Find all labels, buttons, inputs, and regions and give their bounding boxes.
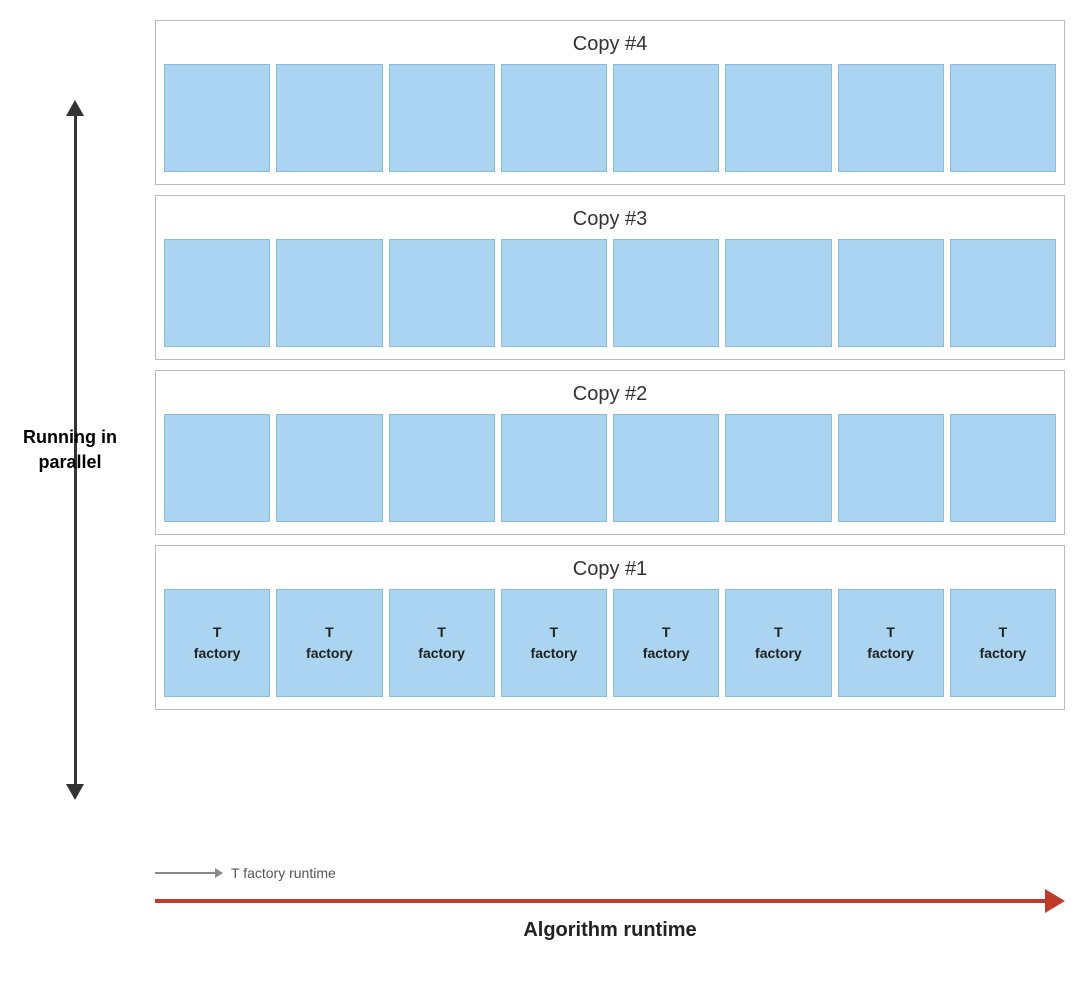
factory-cell [164, 64, 270, 172]
copy3-title: Copy #3 [164, 204, 1056, 231]
factory-cell [501, 64, 607, 172]
copy1-title: Copy #1 [164, 554, 1056, 581]
cell-bottom-label: factory [867, 643, 914, 664]
factory-cell [164, 414, 270, 522]
diagram-container: Running in parallel Copy #4 [0, 10, 1079, 1004]
factory-cell-labeled: T factory [950, 589, 1056, 697]
factory-cell [725, 414, 831, 522]
copy4-title: Copy #4 [164, 29, 1056, 56]
cell-top-label: T [325, 622, 334, 643]
copy1-cells: T factory T factory T factory T factory [164, 589, 1056, 697]
cell-bottom-label: factory [643, 643, 690, 664]
parallel-label: Running in parallel [10, 425, 130, 475]
cell-top-label: T [999, 622, 1008, 643]
main-content: Copy #4 Copy #3 [155, 20, 1065, 710]
copy2-title: Copy #2 [164, 379, 1056, 406]
factory-cell-labeled: T factory [164, 589, 270, 697]
algorithm-runtime-row [155, 889, 1065, 913]
factory-cell-labeled: T factory [276, 589, 382, 697]
cell-top-label: T [437, 622, 446, 643]
big-red-arrow [155, 889, 1065, 913]
cell-bottom-label: factory [194, 643, 241, 664]
factory-cell [838, 64, 944, 172]
factory-cell [501, 239, 607, 347]
factory-cell [725, 239, 831, 347]
cell-bottom-label: factory [980, 643, 1027, 664]
cell-top-label: T [550, 622, 559, 643]
factory-cell [276, 414, 382, 522]
factory-cell [838, 239, 944, 347]
factory-cell [725, 64, 831, 172]
cell-top-label: T [774, 622, 783, 643]
small-arrow-line [155, 872, 215, 874]
arrow-down-head [66, 784, 84, 800]
cell-bottom-label: factory [531, 643, 578, 664]
copy2-cells [164, 414, 1056, 522]
copy4-cells [164, 64, 1056, 172]
factory-cell [276, 239, 382, 347]
factory-cell [838, 414, 944, 522]
factory-cell [501, 414, 607, 522]
factory-cell [613, 414, 719, 522]
copy-row-3: Copy #3 [155, 195, 1065, 360]
factory-cell [389, 239, 495, 347]
cell-bottom-label: factory [306, 643, 353, 664]
small-arrow [155, 868, 223, 878]
algorithm-runtime-label: Algorithm runtime [155, 919, 1065, 942]
factory-cell-labeled: T factory [389, 589, 495, 697]
cell-top-label: T [886, 622, 895, 643]
cell-top-label: T [662, 622, 671, 643]
copies-area: Copy #4 Copy #3 [155, 20, 1065, 710]
factory-cell [389, 64, 495, 172]
factory-cell [950, 64, 1056, 172]
big-red-line [155, 899, 1045, 903]
factory-cell-labeled: T factory [501, 589, 607, 697]
cell-top-label: T [213, 622, 222, 643]
factory-cell [613, 239, 719, 347]
copy3-cells [164, 239, 1056, 347]
parallel-axis: Running in parallel [0, 30, 150, 870]
factory-cell-labeled: T factory [613, 589, 719, 697]
factory-cell [164, 239, 270, 347]
bottom-section: T factory runtime Algorithm runtime [155, 865, 1065, 942]
small-arrow-head [215, 868, 223, 878]
factory-cell [276, 64, 382, 172]
copy-row-2: Copy #2 [155, 370, 1065, 535]
t-factory-runtime-row: T factory runtime [155, 865, 1065, 881]
cell-bottom-label: factory [755, 643, 802, 664]
cell-bottom-label: factory [418, 643, 465, 664]
factory-cell-labeled: T factory [725, 589, 831, 697]
factory-cell-labeled: T factory [838, 589, 944, 697]
factory-cell [950, 414, 1056, 522]
copy-row-1: Copy #1 T factory T factory T factory [155, 545, 1065, 710]
big-red-arrowhead [1045, 889, 1065, 913]
factory-cell [613, 64, 719, 172]
factory-cell [950, 239, 1056, 347]
t-factory-runtime-label: T factory runtime [231, 865, 336, 881]
copy-row-4: Copy #4 [155, 20, 1065, 185]
factory-cell [389, 414, 495, 522]
